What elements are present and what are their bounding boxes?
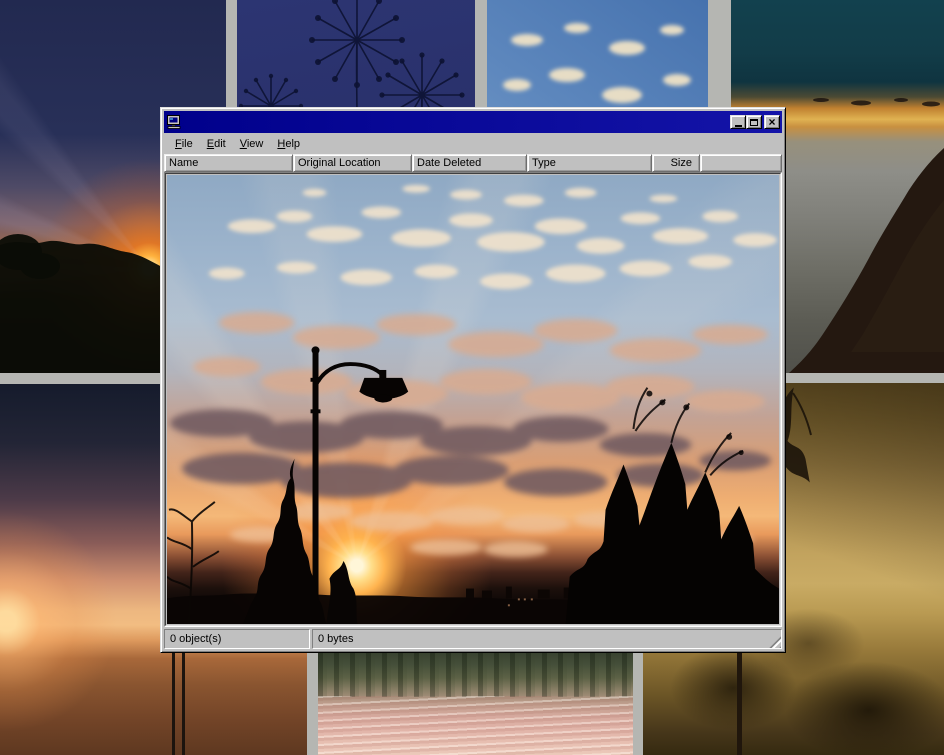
menu-file[interactable]: File xyxy=(168,136,200,152)
desktop: × File Edit View Help Name Original Loca… xyxy=(0,0,944,755)
menu-view[interactable]: View xyxy=(233,136,271,152)
water-ripples xyxy=(318,696,633,755)
close-icon: × xyxy=(768,117,775,127)
status-bytes: 0 bytes xyxy=(312,629,782,649)
status-bar: 0 object(s) 0 bytes xyxy=(164,629,782,649)
minimize-icon xyxy=(735,125,742,127)
recycle-bin-window: × File Edit View Help Name Original Loca… xyxy=(160,107,786,653)
maximize-button[interactable] xyxy=(746,115,762,129)
window-controls: × xyxy=(730,115,780,129)
file-list-area[interactable] xyxy=(164,172,782,627)
column-header-type[interactable]: Type xyxy=(527,154,652,172)
close-button[interactable]: × xyxy=(764,115,780,129)
minimize-button[interactable] xyxy=(730,115,746,129)
menu-help[interactable]: Help xyxy=(270,136,307,152)
menu-bar: File Edit View Help xyxy=(164,134,782,154)
computer-window-icon xyxy=(166,114,182,130)
file-list-inner xyxy=(165,173,781,626)
titlebar[interactable]: × xyxy=(164,111,782,133)
tree-reflection-streaks xyxy=(318,648,633,697)
pole-silhouette xyxy=(172,639,175,755)
column-header-date-deleted[interactable]: Date Deleted xyxy=(412,154,527,172)
menu-edit[interactable]: Edit xyxy=(200,136,233,152)
wallpaper-photo-main-sunset xyxy=(167,175,779,624)
column-header-blank[interactable] xyxy=(700,154,782,172)
mid-clouds xyxy=(193,312,768,412)
status-objects: 0 object(s) xyxy=(164,629,310,649)
upper-clouds xyxy=(209,185,777,289)
column-header-original-location[interactable]: Original Location xyxy=(293,154,412,172)
bush-silhouette xyxy=(326,561,357,624)
wallpaper-photo-bottom-middle xyxy=(318,648,633,755)
column-headers: Name Original Location Date Deleted Type… xyxy=(164,154,782,172)
pole-silhouette xyxy=(182,642,185,755)
maximize-icon xyxy=(750,119,758,126)
column-header-size[interactable]: Size xyxy=(652,154,700,172)
column-header-name[interactable]: Name xyxy=(164,154,293,172)
